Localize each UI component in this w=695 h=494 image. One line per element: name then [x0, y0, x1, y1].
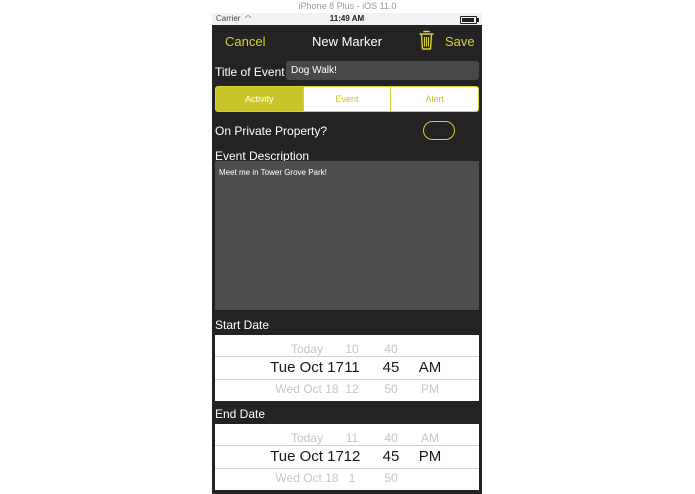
picker-minute-selected: 45	[382, 448, 400, 465]
picker-hour-selected: 11	[344, 359, 360, 376]
simulator-title: iPhone 8 Plus - iOS 11.0	[298, 1, 397, 11]
segment-event[interactable]: Event	[302, 87, 391, 111]
picker-selection-line-top	[215, 356, 479, 357]
picker-ampm-selected: AM	[418, 359, 442, 376]
picker-minute-below: 50	[384, 471, 398, 485]
picker-hour-selected: 12	[343, 448, 361, 465]
picker-minute-above: 40	[384, 342, 398, 356]
picker-ampm-below: PM	[421, 382, 439, 396]
battery-icon	[460, 16, 479, 24]
private-property-toggle[interactable]	[423, 121, 455, 140]
picker-ampm-above: AM	[421, 431, 439, 445]
event-type-segmented-control: Activity Event Alert	[215, 86, 479, 112]
title-of-event-label: Title of Event	[215, 65, 285, 79]
page-title: New Marker	[311, 34, 383, 49]
trash-icon[interactable]	[419, 30, 434, 50]
start-date-picker: Today Tue Oct 17 Wed Oct 18 10 11 12 40 …	[215, 335, 479, 401]
picker-minute-selected: 45	[382, 359, 400, 376]
navigation-bar: Cancel New Marker Save	[212, 25, 482, 55]
picker-selection-line-top	[215, 445, 479, 446]
phone-screen: Carrier ◠ 11:49 AM Cancel New Marker Sav…	[212, 13, 482, 494]
end-date-picker: Today Tue Oct 17 Wed Oct 18 11 12 1 40 4…	[215, 424, 479, 490]
event-description-textarea[interactable]: Meet me in Tower Grove Park!	[215, 161, 479, 310]
segment-activity[interactable]: Activity	[216, 87, 303, 111]
picker-minute-below: 50	[384, 382, 398, 396]
end-date-label: End Date	[215, 407, 266, 421]
picker-hour-below: 1	[348, 471, 356, 485]
title-of-event-input[interactable]	[286, 61, 479, 80]
picker-hour-above: 10	[345, 342, 359, 356]
picker-selection-line-bottom	[215, 468, 479, 469]
segment-alert[interactable]: Alert	[390, 87, 478, 111]
picker-selection-line-bottom	[215, 379, 479, 380]
private-property-label: On Private Property?	[215, 124, 328, 138]
status-time: 11:49 AM	[329, 14, 365, 23]
picker-hour-below: 12	[345, 382, 359, 396]
save-button[interactable]: Save	[445, 34, 475, 49]
status-bar: Carrier ◠ 11:49 AM	[212, 13, 482, 25]
picker-ampm-selected: PM	[418, 448, 442, 465]
picker-minute-above: 40	[384, 431, 398, 445]
picker-hour-above: 11	[345, 431, 359, 445]
start-date-label: Start Date	[215, 318, 270, 332]
